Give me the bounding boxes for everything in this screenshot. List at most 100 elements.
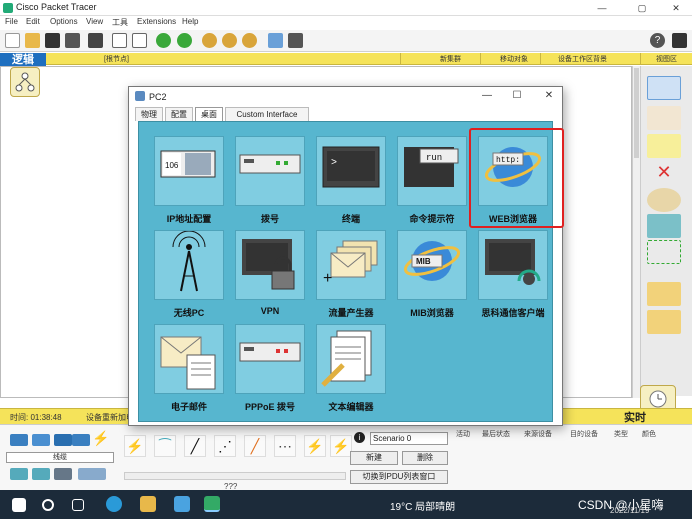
minimize-button[interactable]: — (590, 1, 614, 15)
cisco-ip-communicator-app[interactable] (478, 230, 548, 300)
maximize-button[interactable]: ▢ (630, 1, 654, 15)
viewport-button[interactable]: 视图区 (656, 54, 677, 64)
note-icon[interactable] (647, 134, 681, 158)
traffic-generator-app[interactable]: + (316, 230, 386, 300)
task-view-icon[interactable] (72, 499, 84, 511)
move-object-button[interactable]: 移动对象 (500, 54, 528, 64)
scroll-thumb[interactable] (634, 68, 639, 158)
text-editor-app[interactable] (316, 324, 386, 394)
wan-device-icon[interactable] (54, 468, 72, 480)
new-cluster-button[interactable]: 新集群 (440, 54, 461, 64)
edge-icon[interactable] (106, 496, 122, 512)
new-icon[interactable] (5, 33, 20, 48)
command-prompt-app[interactable]: run (397, 136, 467, 206)
menu-file[interactable]: File (5, 17, 18, 26)
end-device-icon[interactable] (10, 468, 28, 480)
wireless-device-icon[interactable] (72, 434, 90, 446)
realtime-tab[interactable]: 实时 (610, 409, 660, 424)
close-button[interactable]: ✕ (664, 1, 688, 15)
weather-widget[interactable]: 19°C 局部晴朗 (390, 498, 455, 513)
switch-device-icon[interactable] (32, 434, 50, 446)
network-info-icon[interactable] (672, 33, 687, 48)
email-app[interactable] (154, 324, 224, 394)
menu-view[interactable]: View (86, 17, 103, 26)
dialog-close-button[interactable]: ✕ (541, 89, 557, 103)
tab-config[interactable]: 配置 (165, 107, 193, 121)
wireless-pc-app[interactable] (154, 230, 224, 300)
dialog-maximize-button[interactable]: ☐ (509, 89, 525, 103)
fiber-cable-icon[interactable]: ╱ (244, 435, 266, 457)
shape-icon[interactable] (647, 214, 681, 238)
help-icon[interactable]: ? (650, 33, 665, 48)
power-cycle-button[interactable]: 设备重新加电 (86, 412, 134, 423)
auto-cable-icon[interactable]: ⚡ (124, 435, 146, 457)
menu-edit[interactable]: Edit (26, 17, 40, 26)
app-label: 文本编辑器 (328, 402, 374, 412)
open-icon[interactable] (25, 33, 40, 48)
print-icon[interactable] (65, 33, 80, 48)
custom-device-icon[interactable] (288, 33, 303, 48)
serial-dce-icon[interactable]: ⚡ (330, 435, 352, 457)
file-explorer-icon[interactable] (140, 496, 156, 512)
root-node-label[interactable]: [根节点] (104, 54, 129, 64)
ip-config-app[interactable]: 106 (154, 136, 224, 206)
wizard-icon[interactable] (88, 33, 103, 48)
menu-help[interactable]: Help (182, 17, 198, 26)
complex-pdu-icon[interactable] (647, 310, 681, 334)
terminal-app[interactable]: > (316, 136, 386, 206)
set-background-button[interactable]: 设备工作区背景 (558, 54, 607, 64)
toggle-pdu-list-button[interactable]: 切换到PDU列表窗口 (350, 470, 448, 484)
select-icon[interactable] (647, 76, 681, 100)
connection-category-icon[interactable]: ⚡ (92, 431, 110, 445)
tab-custom-interface[interactable]: Custom Interface (225, 107, 309, 121)
resize-icon[interactable] (647, 240, 681, 264)
simple-pdu-icon[interactable] (647, 282, 681, 306)
save-icon[interactable] (45, 33, 60, 48)
menu-extensions[interactable]: Extensions (137, 17, 176, 26)
crossover-cable-icon[interactable]: ⋰ (214, 435, 236, 457)
delete-icon[interactable]: ✕ (647, 160, 681, 184)
logical-view-icon[interactable] (10, 67, 40, 97)
zoom-in-icon[interactable] (202, 33, 217, 48)
title-bar: Cisco Packet Tracer — ▢ ✕ (0, 0, 692, 16)
phone-cable-icon[interactable]: ⋯ (274, 435, 296, 457)
copy-icon[interactable] (112, 33, 127, 48)
info-icon[interactable]: i (354, 432, 365, 443)
coaxial-cable-icon[interactable]: ⚡ (304, 435, 326, 457)
hand-icon[interactable] (647, 106, 681, 130)
server-device-icon[interactable] (32, 468, 50, 480)
taskbar-date[interactable]: 2022/11/19 (610, 506, 649, 515)
menu-options[interactable]: Options (50, 17, 78, 26)
logical-tab[interactable]: 逻辑 (0, 53, 46, 67)
search-icon[interactable] (42, 499, 54, 511)
store-icon[interactable] (174, 496, 190, 512)
packet-tracer-taskbar-icon[interactable] (204, 496, 220, 512)
tab-physical[interactable]: 物理 (135, 107, 163, 121)
cloud-device-icon[interactable] (78, 468, 106, 480)
mib-browser-app[interactable]: MIB (397, 230, 467, 300)
vpn-app[interactable] (235, 230, 305, 300)
menu-bar: File Edit Options View 工具 Extensions Hel… (0, 16, 692, 30)
hub-device-icon[interactable] (54, 434, 72, 446)
svg-text:>: > (331, 158, 337, 169)
router-device-icon[interactable] (10, 434, 28, 446)
dialup-app[interactable] (235, 136, 305, 206)
zoom-out-icon[interactable] (242, 33, 257, 48)
paste-icon[interactable] (132, 33, 147, 48)
console-cable-icon[interactable]: ⁀ (154, 435, 176, 457)
dialog-minimize-button[interactable]: — (479, 89, 495, 103)
redo-icon[interactable] (177, 33, 192, 48)
straight-cable-icon[interactable]: ╱ (184, 435, 206, 457)
menu-tools[interactable]: 工具 (112, 17, 128, 28)
connection-scrollbar[interactable] (124, 472, 346, 480)
pppoe-dialer-app[interactable] (235, 324, 305, 394)
inspect-icon[interactable] (647, 188, 681, 212)
zoom-reset-icon[interactable] (222, 33, 237, 48)
scenario-select[interactable]: Scenario 0 (370, 432, 448, 445)
undo-icon[interactable] (156, 33, 171, 48)
tab-desktop[interactable]: 桌面 (195, 107, 223, 121)
start-icon[interactable] (12, 498, 26, 512)
palette-icon[interactable] (268, 33, 283, 48)
new-scenario-button[interactable]: 新建 (350, 451, 398, 465)
delete-scenario-button[interactable]: 删除 (402, 451, 448, 465)
